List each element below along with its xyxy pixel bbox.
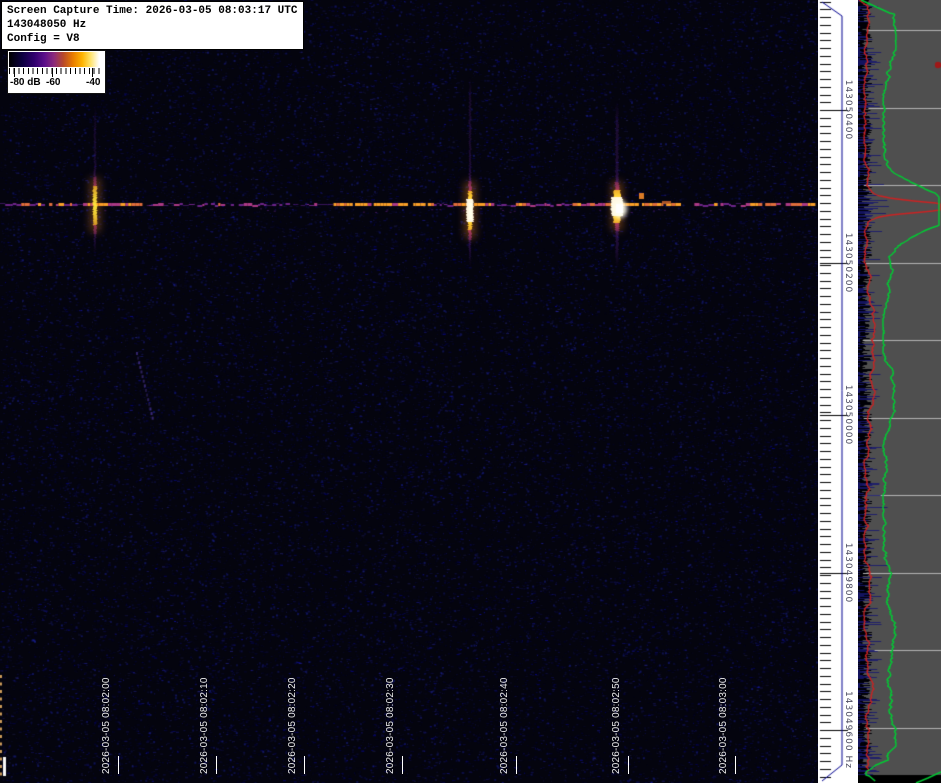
db-scale-label: -40 <box>86 77 100 88</box>
frequency-axis-label: 143050200 <box>843 233 853 294</box>
time-axis-tick <box>118 756 119 774</box>
db-scale-major-tick <box>92 68 93 77</box>
capture-info-overlay: Screen Capture Time: 2026-03-05 08:03:17… <box>1 1 304 50</box>
waterfall-spectrogram-canvas <box>0 0 818 783</box>
time-axis-tick <box>216 756 217 774</box>
time-axis-tick <box>628 756 629 774</box>
db-scale-label: -60 <box>46 77 60 88</box>
db-color-scale: -80 dB -60 -40 <box>7 50 106 94</box>
time-axis-label: 2026-03-05 08:02:10 <box>199 677 210 774</box>
time-axis-label: 2026-03-05 08:03:00 <box>718 677 729 774</box>
capture-time-text: Screen Capture Time: 2026-03-05 08:03:17… <box>7 4 297 18</box>
time-axis-label: 2026-03-05 08:02:20 <box>287 677 298 774</box>
db-scale-label: -80 dB <box>10 77 41 88</box>
time-axis-label: 2026-03-05 08:02:30 <box>385 677 396 774</box>
time-axis-tick <box>735 756 736 774</box>
frequency-axis-label: 143050400 <box>843 80 853 141</box>
db-scale-major-tick <box>52 68 53 77</box>
db-scale-major-tick <box>14 68 15 77</box>
base-frequency-text: 143048050 Hz <box>7 18 297 32</box>
time-axis-label: 2026-03-05 08:02:50 <box>611 677 622 774</box>
config-text: Config = V8 <box>7 32 297 46</box>
time-axis-tick <box>402 756 403 774</box>
frequency-axis-label: 143050000 <box>843 385 853 446</box>
time-axis-tick <box>516 756 517 774</box>
frequency-axis-label: 143049600 Hz <box>843 691 853 769</box>
spectrogram-screen: 2026-03-05 08:02:00 2026-03-05 08:02:10 20… <box>0 0 941 783</box>
frequency-axis-labels: 143050400 143050200 143050000 143049800 1430… <box>818 0 858 783</box>
color-scale-ticks <box>9 68 103 74</box>
spectrum-panel-canvas <box>858 0 941 783</box>
time-axis-tick <box>304 756 305 774</box>
time-axis-label: 2026-03-05 08:02:00 <box>101 677 112 774</box>
frequency-axis-label: 143049800 <box>843 543 853 604</box>
color-gradient-bar <box>9 52 103 67</box>
time-axis-label: 2026-03-05 08:02:40 <box>499 677 510 774</box>
